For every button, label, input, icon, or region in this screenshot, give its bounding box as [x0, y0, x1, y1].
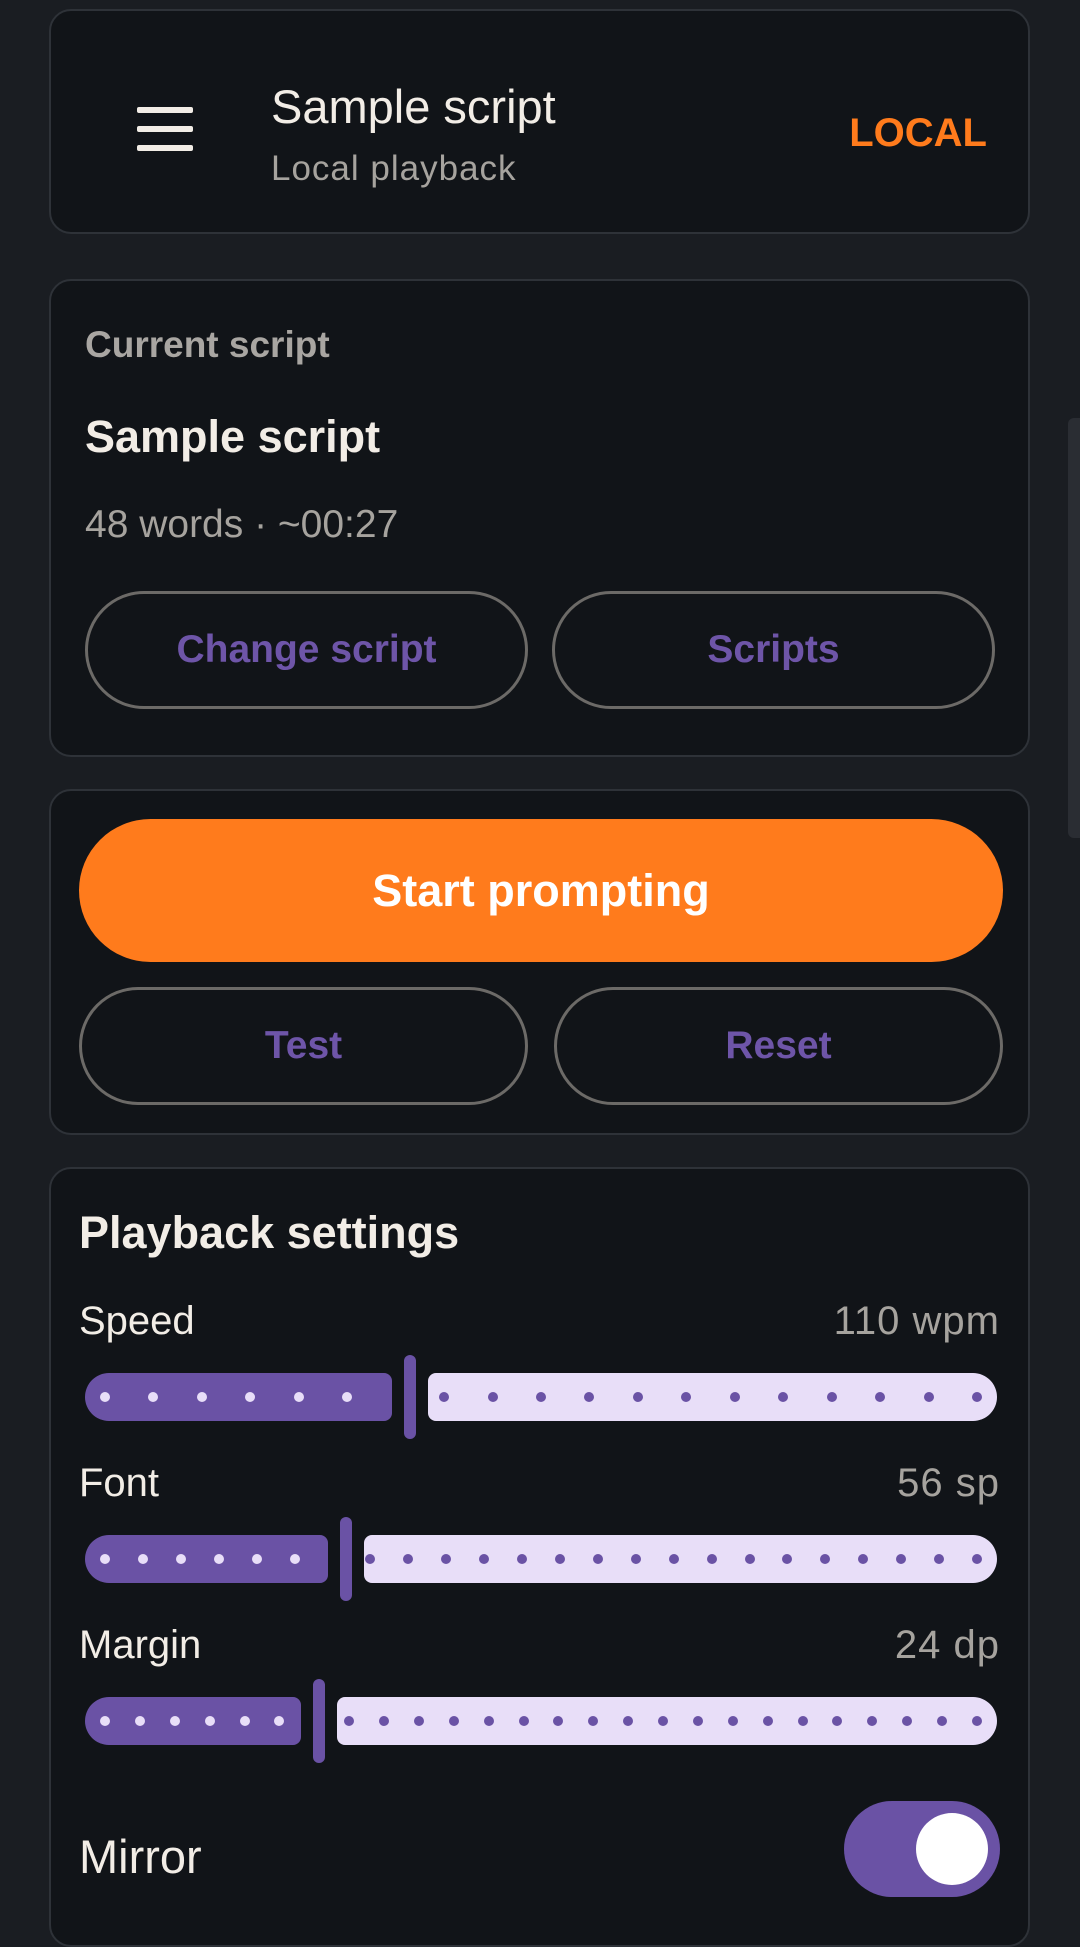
- app-bar-title: Sample script: [271, 80, 556, 133]
- app-bar-subtitle: Local playback: [271, 149, 517, 188]
- slider-tick: [204, 1716, 215, 1726]
- slider-tick: [100, 1392, 110, 1402]
- slider-tick: [169, 1716, 180, 1726]
- margin-slider[interactable]: [85, 1679, 997, 1763]
- margin-label: Margin: [79, 1623, 202, 1667]
- slider-tick: [632, 1392, 643, 1402]
- slider-tick: [972, 1716, 982, 1726]
- playback-settings-card: Playback settings Speed 110 wpm Font 56 …: [49, 1167, 1030, 1947]
- slider-tick: [972, 1392, 982, 1402]
- font-label: Font: [79, 1461, 160, 1505]
- font-value: 56 sp: [897, 1461, 1000, 1505]
- current-script-label: Current script: [85, 324, 330, 365]
- mirror-toggle[interactable]: [844, 1801, 1000, 1897]
- slider-tick: [923, 1392, 934, 1402]
- slider-tick: [729, 1392, 740, 1402]
- slider-tick: [196, 1392, 207, 1402]
- mirror-toggle-knob: [916, 1813, 988, 1885]
- slider-tick: [630, 1554, 641, 1564]
- slider-tick: [137, 1554, 148, 1564]
- slider-tick: [554, 1554, 565, 1564]
- actions-card: Start prompting Test Reset: [49, 789, 1030, 1135]
- slider-thumb[interactable]: [340, 1517, 352, 1601]
- slider-inactive-track: [428, 1373, 997, 1421]
- playback-settings-title: Playback settings: [79, 1207, 460, 1258]
- menu-icon[interactable]: [137, 107, 193, 151]
- slider-tick: [536, 1392, 546, 1402]
- font-slider[interactable]: [85, 1517, 997, 1601]
- slider-tick: [762, 1716, 773, 1726]
- slider-tick: [213, 1554, 224, 1564]
- slider-tick: [413, 1716, 424, 1726]
- slider-tick: [175, 1554, 186, 1564]
- speed-slider[interactable]: [85, 1355, 997, 1439]
- mode-badge: LOCAL: [849, 111, 987, 155]
- slider-tick: [289, 1554, 300, 1564]
- slider-tick: [251, 1554, 262, 1564]
- current-script-title: Sample script: [85, 411, 381, 462]
- slider-tick: [448, 1716, 459, 1726]
- slider-tick: [100, 1554, 110, 1564]
- slider-tick: [379, 1716, 390, 1726]
- slider-tick: [239, 1716, 250, 1726]
- scrollbar[interactable]: [1068, 418, 1080, 838]
- slider-active-track: [85, 1697, 301, 1745]
- change-script-button[interactable]: Change script: [85, 591, 528, 709]
- slider-tick: [100, 1716, 110, 1726]
- slider-tick: [727, 1716, 738, 1726]
- slider-tick: [744, 1554, 755, 1564]
- scripts-button[interactable]: Scripts: [552, 591, 995, 709]
- top-app-bar: Sample script Local playback LOCAL: [49, 9, 1030, 234]
- slider-tick: [517, 1554, 528, 1564]
- slider-tick: [692, 1716, 703, 1726]
- current-script-card: Current script Sample script 48 words · …: [49, 279, 1030, 757]
- speed-label: Speed: [79, 1299, 195, 1343]
- slider-tick: [483, 1716, 494, 1726]
- start-prompting-button[interactable]: Start prompting: [79, 819, 1003, 962]
- speed-value: 110 wpm: [833, 1299, 1000, 1343]
- test-button[interactable]: Test: [79, 987, 528, 1105]
- current-script-meta: 48 words · ~00:27: [85, 503, 399, 546]
- slider-tick: [134, 1716, 145, 1726]
- slider-tick: [797, 1716, 808, 1726]
- margin-value: 24 dp: [894, 1623, 1000, 1667]
- slider-tick: [518, 1716, 529, 1726]
- slider-tick: [826, 1392, 837, 1402]
- slider-tick: [972, 1554, 982, 1564]
- slider-tick: [706, 1554, 717, 1564]
- reset-button[interactable]: Reset: [554, 987, 1003, 1105]
- slider-tick: [487, 1392, 498, 1402]
- slider-thumb[interactable]: [404, 1355, 416, 1439]
- slider-tick: [293, 1392, 304, 1402]
- slider-tick: [668, 1554, 679, 1564]
- slider-tick: [592, 1554, 603, 1564]
- mirror-label: Mirror: [79, 1830, 202, 1883]
- slider-thumb[interactable]: [313, 1679, 325, 1763]
